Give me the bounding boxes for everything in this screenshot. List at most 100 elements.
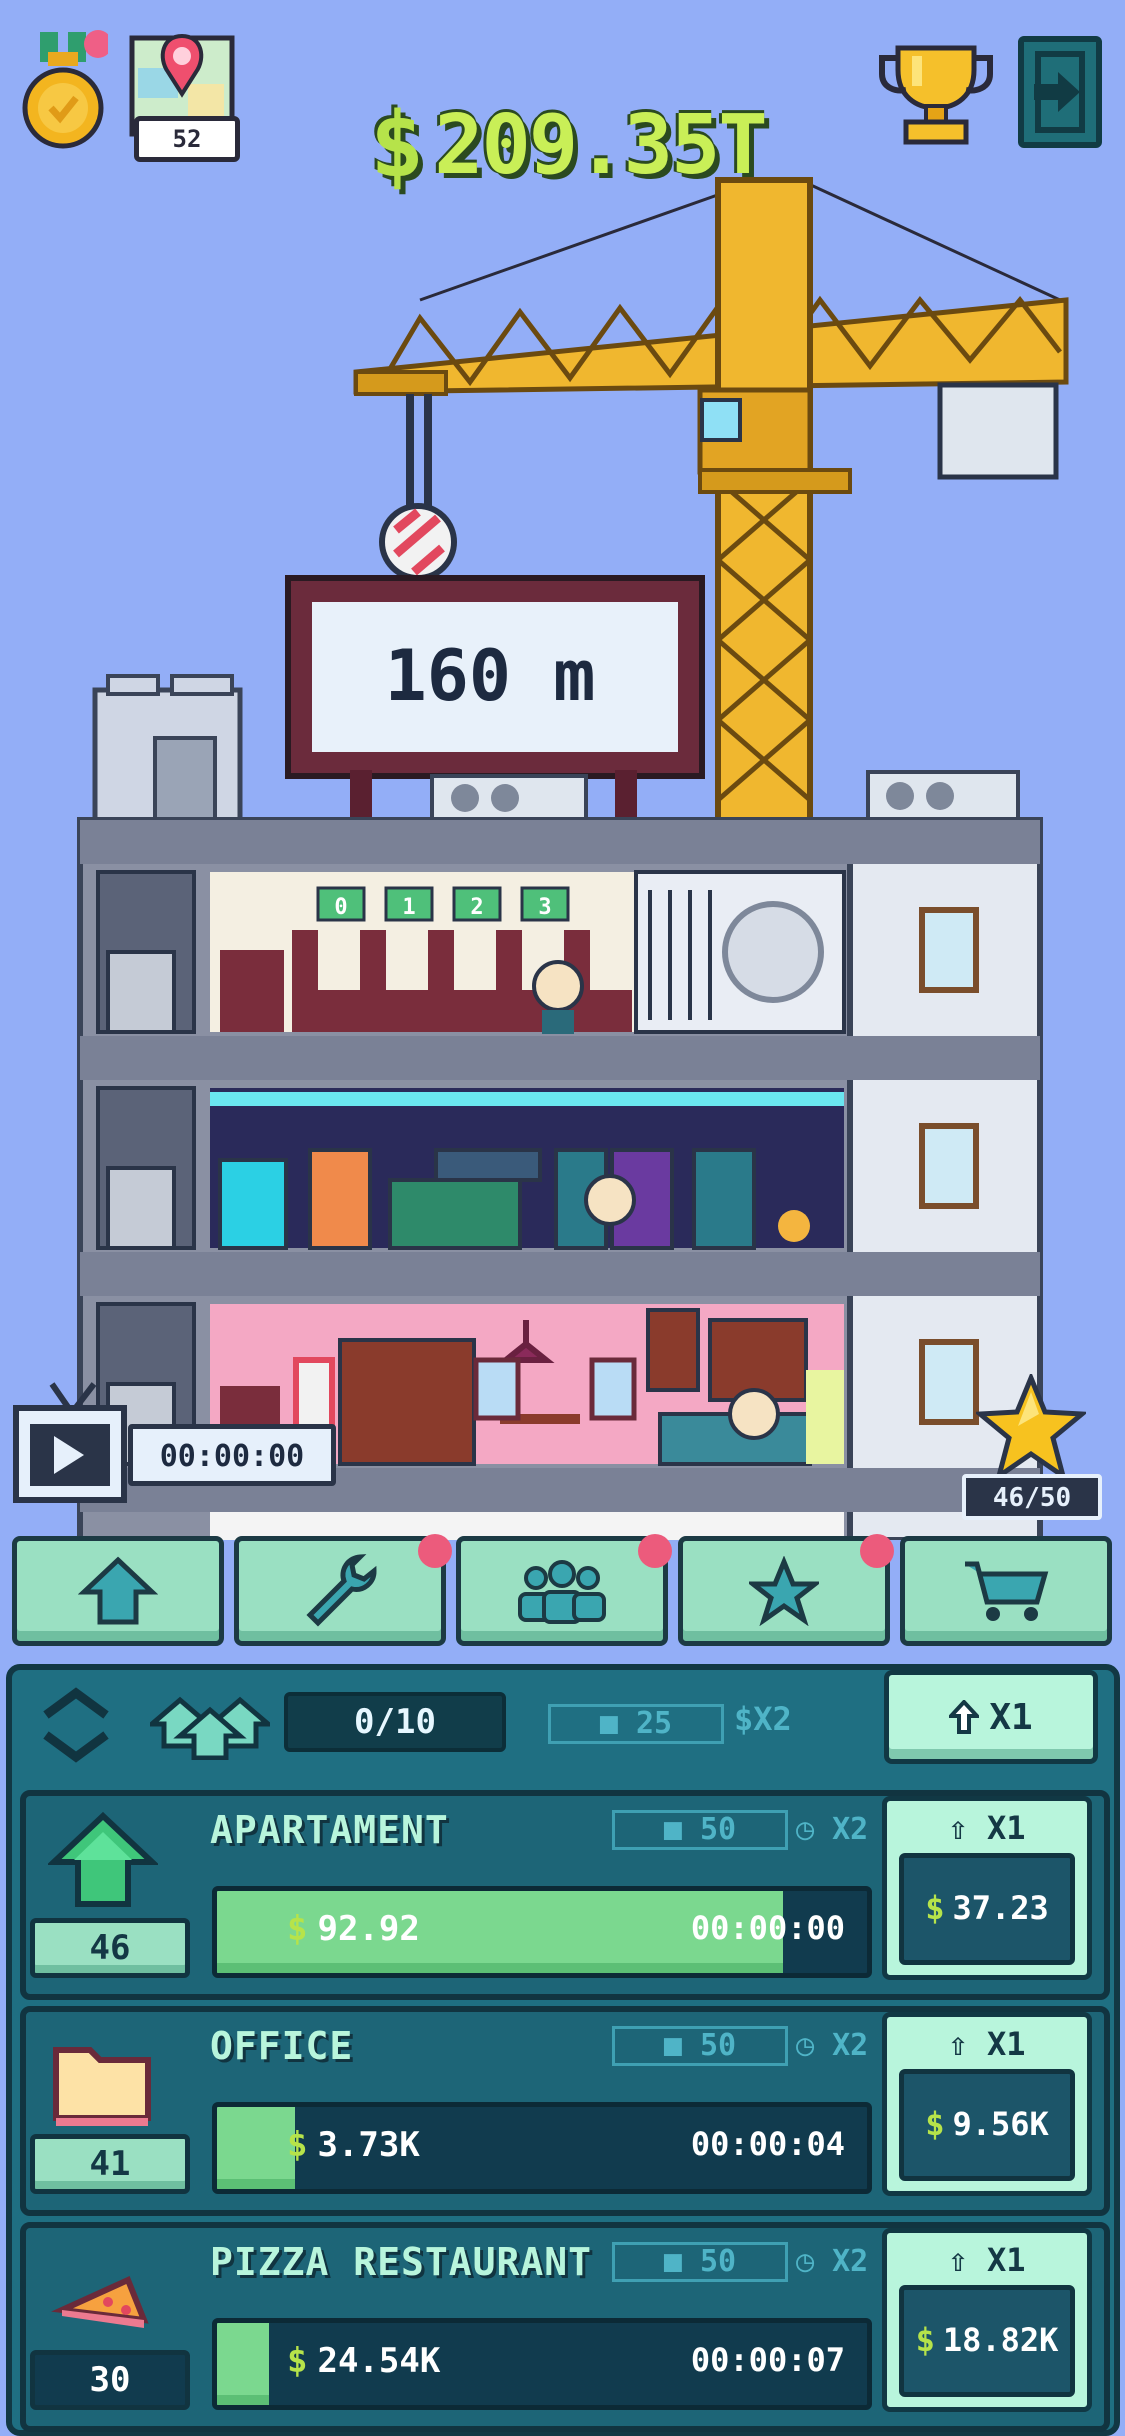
- business-boost: ◷ X2: [796, 2244, 868, 2279]
- trophy-icon[interactable]: [878, 34, 994, 150]
- business-lock-value: 50: [700, 1812, 737, 1847]
- star-icon[interactable]: [976, 1374, 1086, 1484]
- buy-multiplier-button[interactable]: X1: [884, 1670, 1098, 1764]
- buy-multiplier: ⇧ X1: [948, 2241, 1026, 2279]
- buy-button[interactable]: ⇧ X1 $37.23: [882, 1796, 1092, 1980]
- buy-multiplier-label: X1: [989, 1696, 1033, 1738]
- business-name: PIZZA RESTAURANT: [210, 2240, 593, 2284]
- business-boost-value: X2: [832, 2028, 869, 2063]
- clock-icon: ◷: [796, 2244, 815, 2279]
- currency-icon: $: [925, 2105, 945, 2143]
- lock-cost: ■ 25: [548, 1704, 724, 1744]
- lock-icon: ■: [663, 1812, 682, 1847]
- nav-staff-button[interactable]: [456, 1536, 668, 1646]
- business-boost: ◷ X2: [796, 1812, 868, 1847]
- business-timer: 00:00:04: [690, 2125, 845, 2163]
- nav-upgrade-button[interactable]: [12, 1536, 224, 1646]
- business-lock-value: 50: [700, 2244, 737, 2279]
- elevator-number: 0: [334, 895, 347, 920]
- business-boost: ◷ X2: [796, 2028, 868, 2063]
- buy-multiplier-label: X1: [987, 2241, 1026, 2279]
- price-value: 9.56K: [952, 2105, 1049, 2143]
- nav-shop-button[interactable]: [900, 1536, 1112, 1646]
- elevator-number: 2: [470, 895, 483, 920]
- currency-icon: $: [925, 1889, 945, 1927]
- folder-icon: [53, 2047, 151, 2126]
- business-progress-button[interactable]: $24.54K 00:00:07: [212, 2318, 872, 2410]
- clock-icon: ◷: [796, 1812, 815, 1847]
- buy-multiplier: ⇧ X1: [948, 1809, 1026, 1847]
- business-income: $24.54K: [287, 2341, 440, 2381]
- business-level: 30: [30, 2350, 190, 2410]
- business-lock: ■ 50: [612, 1810, 788, 1850]
- business-boost-value: X2: [832, 1812, 869, 1847]
- income-multiplier: $X2: [734, 1700, 792, 1738]
- notification-badge: [638, 1534, 672, 1568]
- collapse-toggle-icon[interactable]: [38, 1685, 114, 1765]
- business-name: OFFICE: [210, 2024, 354, 2068]
- business-level: 41: [30, 2134, 190, 2194]
- income-value: 92.92: [317, 1909, 420, 1949]
- map-level-label: 52: [134, 116, 240, 162]
- people-icon: [518, 1560, 606, 1624]
- price-value: 18.82K: [942, 2321, 1059, 2359]
- billboard-text: 160 m: [385, 635, 596, 717]
- pizza-icon: [51, 2275, 149, 2328]
- business-lock: ■ 50: [612, 2242, 788, 2282]
- elevator-number: 3: [538, 895, 551, 920]
- buy-button[interactable]: ⇧ X1 $18.82K: [882, 2228, 1092, 2412]
- business-progress-button[interactable]: $92.92 00:00:00: [212, 1886, 872, 1978]
- business-income: $3.73K: [287, 2125, 420, 2165]
- progress-fill: [217, 2323, 269, 2405]
- business-timer: 00:00:07: [690, 2341, 845, 2379]
- lock-icon: ■: [599, 1706, 618, 1741]
- currency-icon: $: [287, 1909, 308, 1949]
- cart-icon: [965, 1561, 1049, 1621]
- elevator-number: 1: [402, 895, 415, 920]
- home-arrow-icon: [78, 1556, 158, 1625]
- tv-ad-icon[interactable]: [12, 1378, 130, 1508]
- currency-icon: $: [287, 2341, 308, 2381]
- arrow-up-icon: [949, 1700, 980, 1734]
- business-name: APARTAMENT: [210, 1808, 449, 1852]
- exit-button[interactable]: [1018, 36, 1102, 148]
- nav-stars-button[interactable]: [678, 1536, 890, 1646]
- business-lock-value: 50: [700, 2028, 737, 2063]
- income-value: 24.54K: [317, 2341, 441, 2381]
- currency-icon: $: [287, 2125, 308, 2165]
- buy-price: $18.82K: [899, 2285, 1075, 2397]
- notification-badge: [860, 1534, 894, 1568]
- buy-multiplier: ⇧ X1: [948, 2025, 1026, 2063]
- business-level: 46: [30, 1918, 190, 1978]
- buy-multiplier-label: X1: [987, 2025, 1026, 2063]
- notification-badge: [418, 1534, 452, 1568]
- unlock-counter: 0/10: [284, 1692, 506, 1752]
- medal-icon[interactable]: [18, 30, 108, 150]
- buy-price: $9.56K: [899, 2069, 1075, 2181]
- income-value: 3.73K: [317, 2125, 420, 2165]
- business-lock: ■ 50: [612, 2026, 788, 2066]
- business-timer: 00:00:00: [690, 1909, 845, 1947]
- buy-multiplier-label: X1: [987, 1809, 1026, 1847]
- house-icon: [48, 1811, 158, 1907]
- star-icon: [749, 1556, 819, 1626]
- buy-price: $37.23: [899, 1853, 1075, 1965]
- clock-icon: ◷: [796, 2028, 815, 2063]
- star-count: 46/50: [962, 1474, 1102, 1520]
- business-boost-value: X2: [832, 2244, 869, 2279]
- lock-icon: ■: [663, 2028, 682, 2063]
- progress-fill: [217, 2107, 295, 2189]
- price-value: 37.23: [952, 1889, 1049, 1927]
- houses-icon: [150, 1696, 270, 1760]
- lock-cost-value: 25: [636, 1706, 673, 1741]
- lock-icon: ■: [663, 2244, 682, 2279]
- tower-scene: 160 m 0 1 2 3: [77, 177, 1069, 1540]
- ad-timer: 00:00:00: [128, 1424, 336, 1486]
- buy-button[interactable]: ⇧ X1 $9.56K: [882, 2012, 1092, 2196]
- business-progress-button[interactable]: $3.73K 00:00:04: [212, 2102, 872, 2194]
- nav-tools-button[interactable]: [234, 1536, 446, 1646]
- currency-icon: $: [915, 2321, 935, 2359]
- business-income: $92.92: [287, 1909, 420, 1949]
- wrench-icon: [306, 1554, 377, 1627]
- exit-icon: [1034, 51, 1085, 133]
